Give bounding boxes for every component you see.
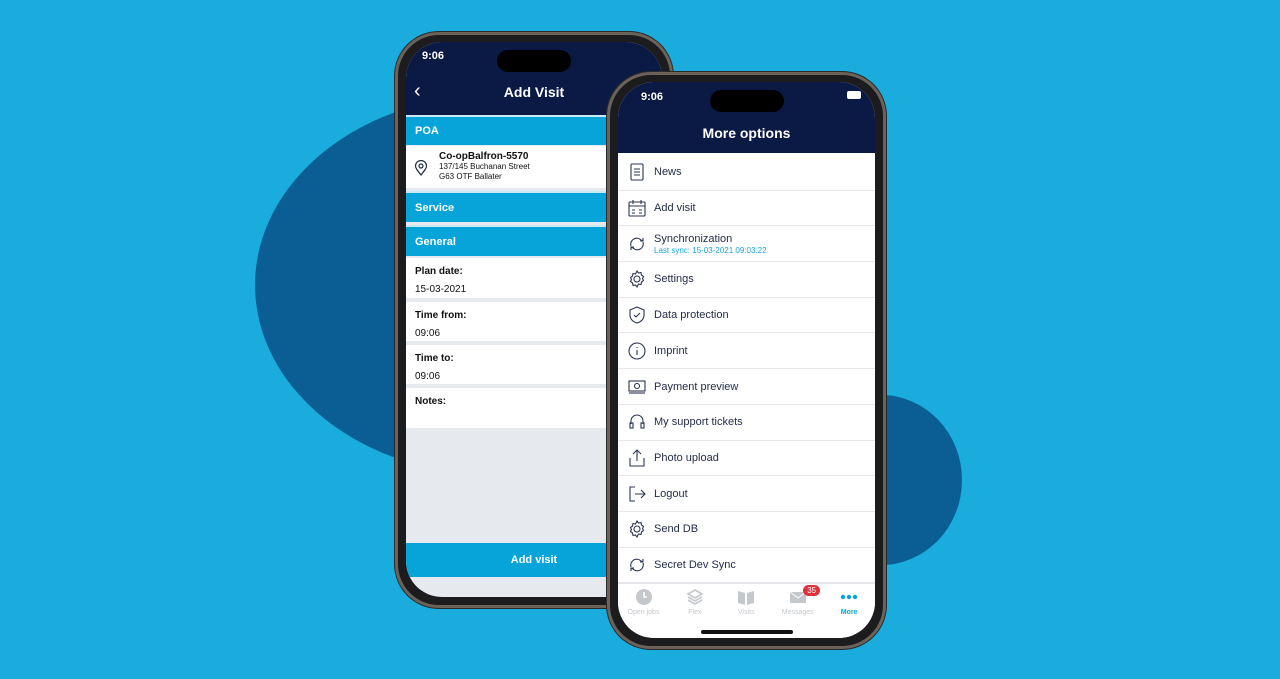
menu-item-label: News (654, 166, 682, 179)
menu-item-send-db[interactable]: Send DB (618, 512, 875, 548)
menu-item-secret-dev-sync[interactable]: Secret Dev Sync (618, 547, 875, 584)
headset-icon (627, 412, 647, 432)
upload-icon (627, 448, 647, 468)
layers-icon (686, 589, 704, 605)
tab-label: Flex (688, 609, 702, 616)
logout-icon (627, 484, 647, 504)
menu-item-photo-upload[interactable]: Photo upload (618, 440, 875, 477)
tab-label: Messages (781, 609, 814, 616)
dynamic-island (709, 90, 784, 112)
menu-item-label: Add visit (654, 202, 696, 215)
menu-item-logout[interactable]: Logout (618, 476, 875, 512)
more-options-screen: 9:06 More options News Add visit Synchro… (618, 82, 875, 638)
shield-icon (627, 305, 647, 325)
gear-icon (627, 519, 647, 539)
menu-item-label: Send DB (654, 523, 699, 536)
banknote-icon (627, 377, 647, 397)
status-time: 9:06 (641, 91, 664, 103)
tab-label: Open jobs (627, 609, 660, 616)
header: 9:06 More options (618, 82, 875, 153)
menu-item-payment-preview[interactable]: Payment preview (618, 369, 875, 405)
menu-item-news[interactable]: News (618, 155, 875, 191)
menu-item-label: Imprint (654, 344, 688, 357)
calendar-icon (627, 198, 647, 218)
menu-item-imprint[interactable]: Imprint (618, 333, 875, 370)
tab-flex[interactable]: Flex (669, 588, 720, 616)
tab-label: Visits (737, 609, 755, 616)
menu-item-label: Secret Dev Sync (654, 559, 736, 572)
info-icon (627, 341, 647, 361)
more-icon (840, 594, 858, 600)
gear-icon (627, 269, 647, 289)
tab-visits[interactable]: Visits (721, 588, 772, 616)
menu-item-synchronization[interactable]: Synchronization Last sync: 15-03-2021 09:… (618, 226, 875, 263)
page-title: More options (702, 125, 791, 141)
tab-more[interactable]: More (824, 588, 875, 616)
menu-item-settings[interactable]: Settings (618, 262, 875, 298)
menu-item-label: Data protection (654, 309, 729, 322)
menu-item-label: Logout (654, 487, 688, 500)
tab-label: More (840, 609, 858, 616)
dynamic-island (497, 50, 571, 72)
menu-item-add-visit[interactable]: Add visit (618, 190, 875, 227)
last-sync-text: Last sync: 15-03-2021 09:03:22 (654, 245, 767, 255)
document-icon (627, 162, 647, 182)
menu-item-label: Synchronization (654, 232, 733, 245)
home-indicator (701, 630, 793, 634)
menu-item-label: Settings (654, 273, 694, 286)
menu-item-label: Photo upload (654, 451, 719, 464)
messages-badge: 35 (803, 585, 821, 596)
sync-icon (627, 555, 647, 575)
tab-open-jobs[interactable]: Open jobs (618, 588, 669, 616)
tab-messages[interactable]: 35 Messages (772, 585, 823, 616)
menu-item-label: Payment preview (654, 380, 739, 393)
sync-icon (627, 234, 647, 254)
menu-item-my-support-tickets[interactable]: My support tickets (618, 404, 875, 441)
book-icon (738, 591, 755, 605)
status-time: 9:06 (422, 50, 445, 62)
menu-item-label: My support tickets (654, 416, 743, 429)
menu-item-data-protection[interactable]: Data protection (618, 297, 875, 334)
clock-icon (635, 589, 652, 605)
battery-icon (847, 91, 861, 99)
location-pin-icon (414, 160, 428, 176)
